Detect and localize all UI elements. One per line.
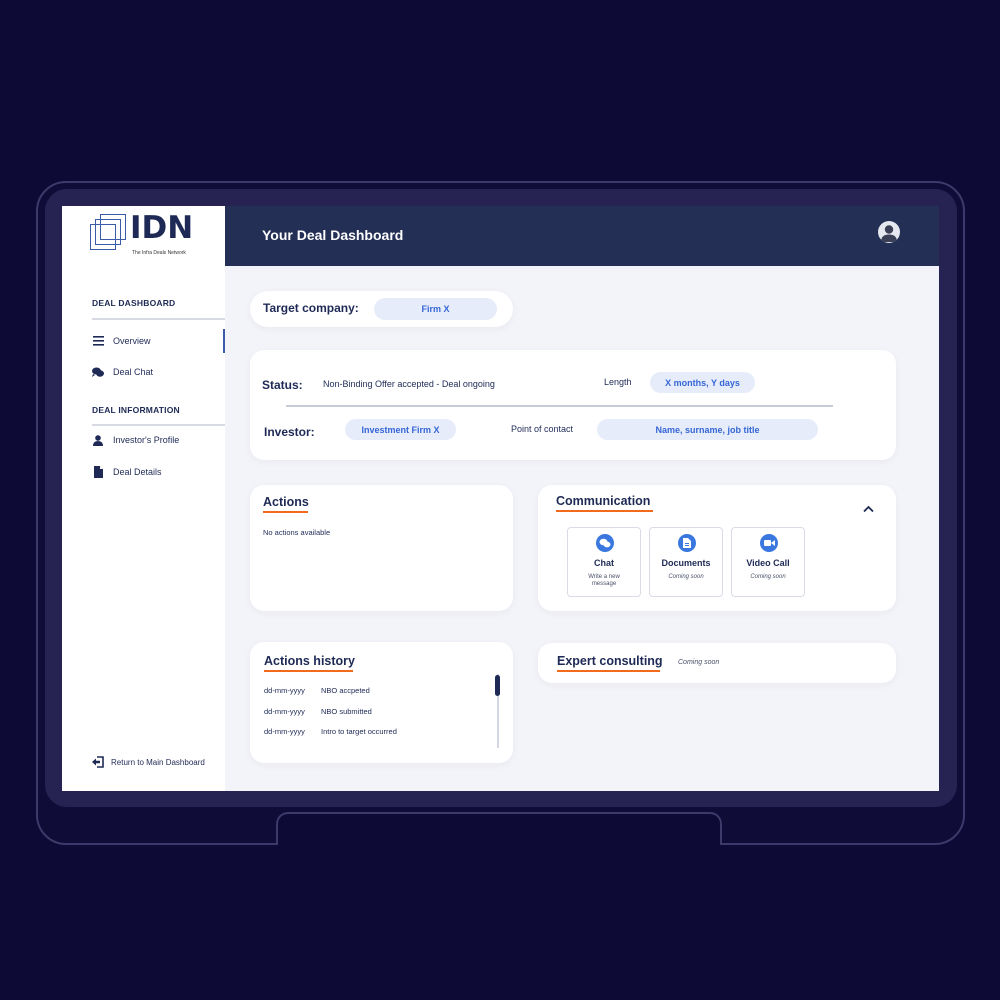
expert-consulting-title: Expert consulting <box>557 654 663 668</box>
title-underline <box>556 510 653 512</box>
tile-label: Documents <box>661 558 711 568</box>
history-date: dd-mm-yyyy <box>264 727 305 736</box>
target-company-label: Target company: <box>263 301 359 315</box>
page-title: Your Deal Dashboard <box>262 227 404 243</box>
history-row: dd-mm-yyyy Intro to target occurred <box>264 727 397 736</box>
tile-sub: Coming soon <box>668 574 704 580</box>
target-company-card: Target company: Firm X <box>250 291 513 327</box>
logo-text: IDN <box>130 210 194 246</box>
app-screen: IDN The Infra Deals Network DEAL DASHBOA… <box>62 206 939 791</box>
chat-icon <box>92 366 104 378</box>
tile-sub: Write a new message <box>588 574 620 587</box>
sidebar-item-label: Overview <box>113 336 151 346</box>
expert-consulting-status: Coming soon <box>678 659 720 666</box>
tile-sub: Coming soon <box>750 574 786 580</box>
sidebar-item-label: Deal Details <box>113 467 162 477</box>
person-icon <box>92 434 104 446</box>
document-icon <box>92 466 104 478</box>
investor-value[interactable]: Investment Firm X <box>345 419 456 440</box>
status-value: Non-Binding Offer accepted - Deal ongoin… <box>323 379 495 389</box>
divider <box>286 405 833 407</box>
chat-tile[interactable]: Chat Write a new message <box>567 527 641 597</box>
documents-tile[interactable]: Documents Coming soon <box>649 527 723 597</box>
actions-empty-text: No actions available <box>263 528 331 537</box>
history-date: dd-mm-yyyy <box>264 707 305 716</box>
actions-history-title: Actions history <box>264 654 355 668</box>
status-label: Status: <box>262 378 303 392</box>
sidebar-item-label: Deal Chat <box>113 367 154 377</box>
divider <box>92 318 225 320</box>
expert-consulting-card: Expert consulting Coming soon <box>538 643 896 683</box>
tile-label: Video Call <box>746 558 790 568</box>
sidebar-item-overview[interactable]: Overview <box>62 329 225 353</box>
video-call-tile[interactable]: Video Call Coming soon <box>731 527 805 597</box>
section-deal-information: DEAL INFORMATION <box>92 405 180 415</box>
point-of-contact-label: Point of contact <box>511 424 574 434</box>
sidebar-item-investors-profile[interactable]: Investor's Profile <box>62 428 225 452</box>
actions-history-card: Actions history dd-mm-yyyy NBO accpeted d… <box>250 642 513 763</box>
length-label: Length <box>604 377 632 387</box>
actions-card: Actions No actions available <box>250 485 513 611</box>
history-date: dd-mm-yyyy <box>264 686 305 695</box>
title-underline <box>264 670 353 672</box>
video-icon <box>760 534 778 552</box>
logo-tagline: The Infra Deals Network <box>132 250 186 256</box>
user-avatar-icon[interactable] <box>878 221 900 243</box>
chevron-up-icon[interactable] <box>863 500 874 518</box>
menu-icon <box>92 335 104 347</box>
divider <box>92 424 225 426</box>
document-icon <box>678 534 696 552</box>
top-header: Your Deal Dashboard <box>225 206 939 266</box>
section-deal-dashboard: DEAL DASHBOARD <box>92 298 176 308</box>
point-of-contact-value[interactable]: Name, surname, job title <box>597 419 818 440</box>
logout-icon <box>92 756 104 768</box>
return-label: Return to Main Dashboard <box>111 757 205 767</box>
investor-label: Investor: <box>264 425 315 439</box>
history-event: NBO submitted <box>321 707 372 716</box>
device-stand <box>276 812 722 845</box>
length-value: X months, Y days <box>650 372 755 393</box>
title-underline <box>263 511 308 513</box>
logo[interactable]: IDN The Infra Deals Network <box>90 210 210 258</box>
history-event: Intro to target occurred <box>321 727 397 736</box>
history-row: dd-mm-yyyy NBO submitted <box>264 707 372 716</box>
target-company-value: Firm X <box>374 298 497 320</box>
deal-status-card: Status: Non-Binding Offer accepted - Dea… <box>250 350 896 460</box>
sidebar-item-label: Investor's Profile <box>113 435 180 445</box>
communication-title: Communication <box>556 494 651 508</box>
sidebar: IDN The Infra Deals Network DEAL DASHBOA… <box>62 206 225 791</box>
history-row: dd-mm-yyyy NBO accpeted <box>264 686 370 695</box>
tile-label: Chat <box>594 558 614 568</box>
logo-squares-icon <box>90 212 128 252</box>
chat-icon <box>596 534 614 552</box>
history-event: NBO accpeted <box>321 686 370 695</box>
sidebar-item-deal-details[interactable]: Deal Details <box>62 460 225 484</box>
sidebar-item-deal-chat[interactable]: Deal Chat <box>62 360 225 384</box>
scrollbar-thumb[interactable] <box>495 675 500 696</box>
communication-card: Communication Chat Write a new message D… <box>538 485 896 611</box>
title-underline <box>557 670 660 672</box>
return-to-main-dashboard-link[interactable]: Return to Main Dashboard <box>92 756 205 768</box>
actions-title: Actions <box>263 495 309 509</box>
